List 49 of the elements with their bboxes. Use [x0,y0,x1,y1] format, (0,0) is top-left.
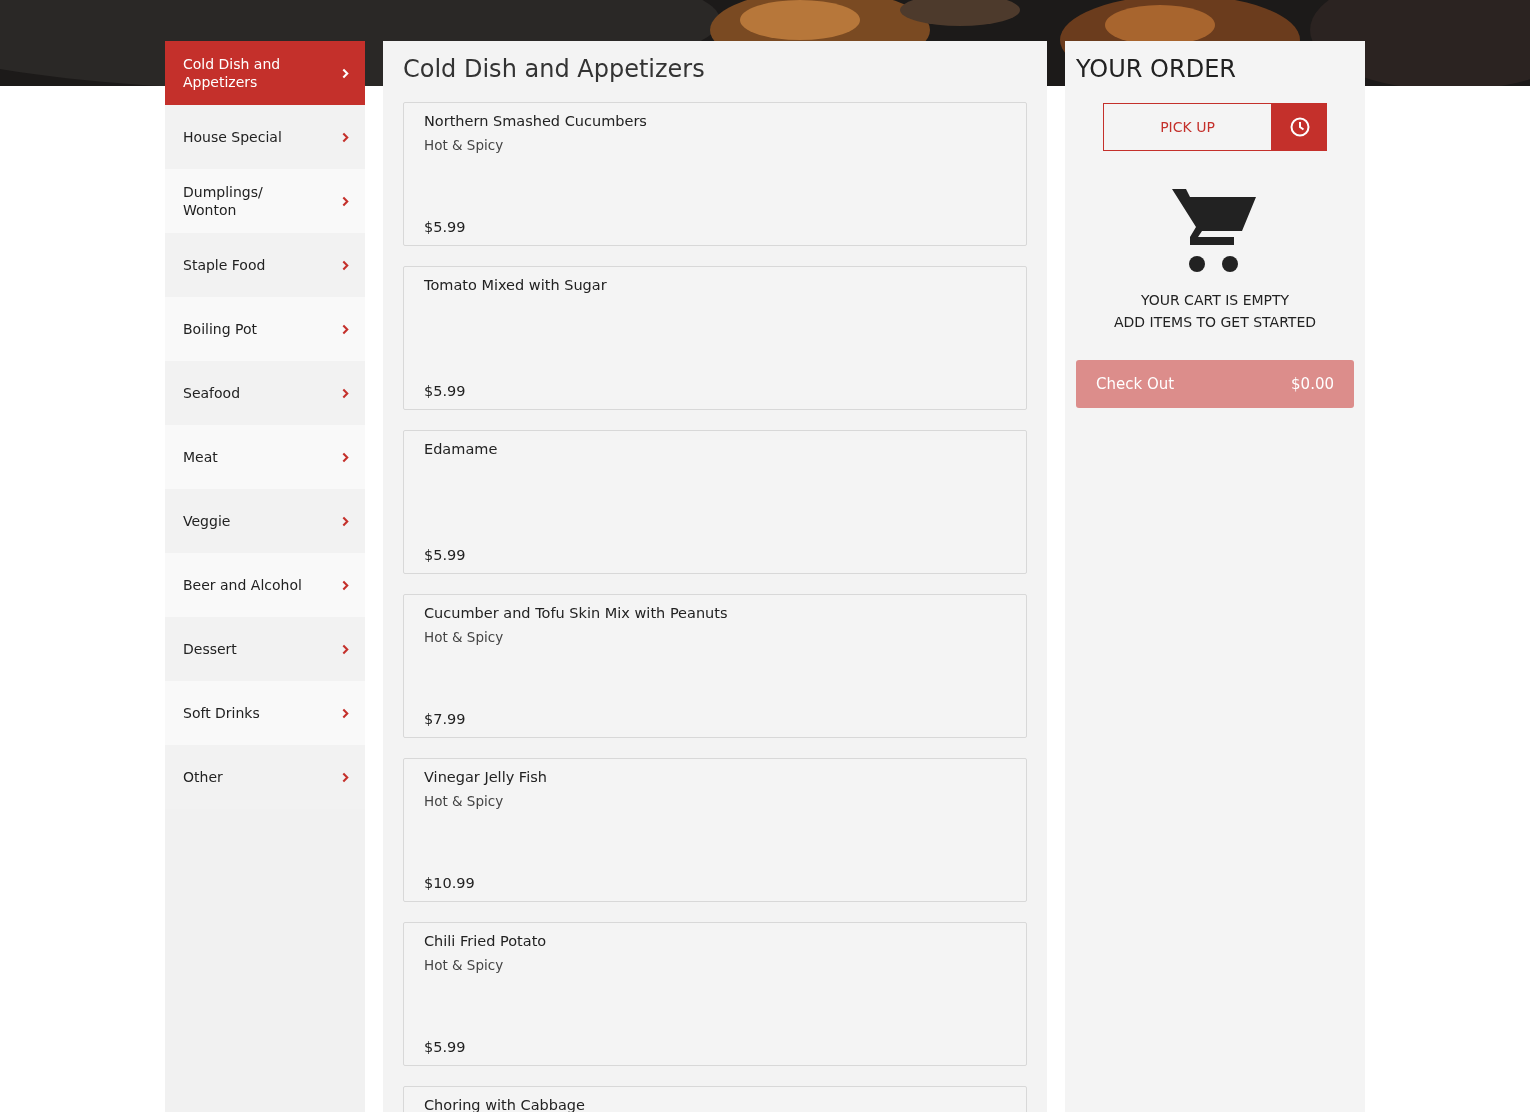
chevron-right-icon [342,515,349,527]
menu-item-card[interactable]: Edamame $5.99 [403,430,1027,574]
item-description: Hot & Spicy [424,629,505,645]
menu-item-card[interactable]: Northern Smashed Cucumbers Hot & Spicy $5.99 [403,102,1027,246]
category-item[interactable]: Soft Drinks [165,681,365,745]
chevron-right-icon [342,643,349,655]
item-name: Edamame [424,441,499,457]
item-name: Chili Fried Potato [424,933,548,949]
category-item[interactable]: Beer and Alcohol [165,553,365,617]
menu-item-card[interactable]: Chili Fried Potato Hot & Spicy $5.99 [403,922,1027,1066]
category-item[interactable]: Boiling Pot [165,297,365,361]
menu-item-card[interactable]: Cucumber and Tofu Skin Mix with Peanuts Hot & Spicy $7.99 [403,594,1027,738]
item-name: Vinegar Jelly Fish [424,769,548,785]
chevron-right-icon [342,195,349,207]
item-price: $7.99 [424,711,467,727]
chevron-right-icon [342,451,349,463]
clock-icon [1289,117,1310,137]
cart-icon [1172,189,1258,273]
menu-item-card[interactable]: Tomato Mixed with Sugar $5.99 [403,266,1027,410]
item-price: $5.99 [424,1039,467,1055]
category-item[interactable]: Cold Dish and Appetizers [165,41,365,105]
item-name: Cucumber and Tofu Skin Mix with Peanuts [424,605,729,621]
category-item[interactable]: Dumplings/ Wonton [165,169,365,233]
item-price: $10.99 [424,875,476,891]
chevron-right-icon [342,579,349,591]
order-title: YOUR ORDER [1076,55,1237,83]
category-item[interactable]: Meat [165,425,365,489]
menu-item-card[interactable]: Vinegar Jelly Fish Hot & Spicy $10.99 [403,758,1027,902]
item-description: Hot & Spicy [424,137,505,153]
chevron-right-icon [342,131,349,143]
item-price: $5.99 [424,219,467,235]
item-description: Hot & Spicy [424,793,505,809]
schedule-button[interactable] [1272,103,1327,151]
chevron-right-icon [342,387,349,399]
chevron-right-icon [342,771,349,783]
chevron-right-icon [342,67,349,79]
item-price: $5.99 [424,383,467,399]
empty-cart-message: YOUR CART IS EMPTY ADD ITEMS TO GET STARTED [1112,291,1318,332]
checkout-label: Check Out [1096,375,1175,393]
item-price: $5.99 [424,547,467,563]
item-name: Northern Smashed Cucumbers [424,113,648,129]
item-description: Hot & Spicy [424,957,505,973]
chevron-right-icon [342,707,349,719]
section-title: Cold Dish and Appetizers [403,55,706,83]
checkout-total: $0.00 [1291,375,1334,393]
chevron-right-icon [342,323,349,335]
chevron-right-icon [342,259,349,271]
pickup-button[interactable]: PICK UP [1103,103,1272,151]
item-name: Tomato Mixed with Sugar [424,277,608,293]
